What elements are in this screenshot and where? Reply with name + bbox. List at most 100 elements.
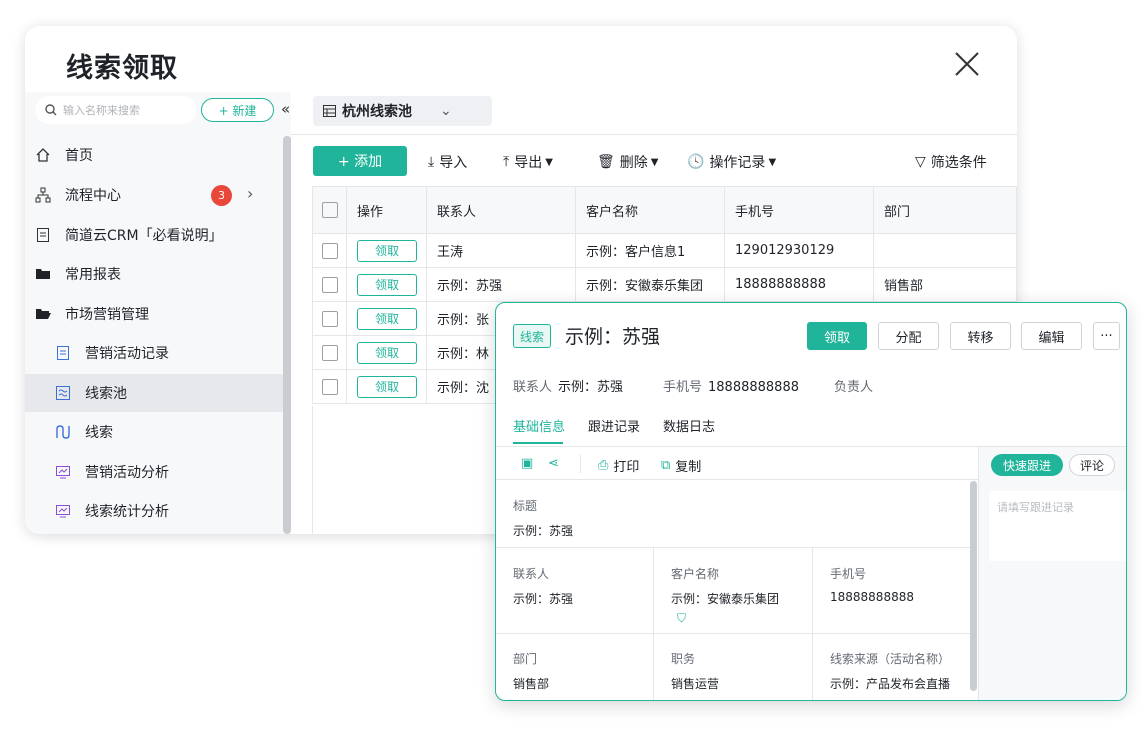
field-label: 联系人	[513, 567, 550, 581]
tab-follow-up[interactable]: 跟进记录	[588, 416, 640, 435]
trash-icon: 🗑	[597, 154, 615, 170]
copy-label: 复制	[675, 460, 702, 475]
print-button[interactable]: ⎙ 打印	[598, 456, 639, 475]
sidebar-item-lead-pool[interactable]: 线索池	[25, 374, 291, 412]
export-button[interactable]: ⤒ 导出 ▼	[503, 152, 553, 172]
detail-scrollbar[interactable]	[970, 481, 977, 691]
field-label: 手机号	[830, 567, 867, 581]
row-checkbox[interactable]	[322, 310, 338, 327]
row-checkbox[interactable]	[322, 378, 338, 395]
filter-button[interactable]: ▽ 筛选条件	[915, 152, 987, 172]
flow-icon	[35, 187, 51, 203]
customer-cell: 示例：客户信息1	[575, 233, 725, 268]
sidebar-item-crm-guide[interactable]: 简道云CRM「必看说明」	[25, 216, 291, 254]
tab-basic-info[interactable]: 基础信息	[513, 416, 565, 435]
meta-value: 示例：苏强	[558, 380, 624, 395]
caret-down-icon: ▼	[545, 156, 553, 168]
follow-up-input[interactable]: 请填写跟进记录	[989, 491, 1126, 561]
dept-cell: 销售部	[873, 267, 1017, 302]
meta-phone: 手机号 18888888888	[663, 376, 799, 395]
column-header: 联系人	[426, 186, 576, 234]
transfer-button[interactable]: 转移	[950, 322, 1011, 350]
sidebar-item-campaign-analysis[interactable]: 营销活动分析	[25, 453, 291, 491]
field-label: 标题	[513, 499, 538, 513]
claim-button[interactable]: 领取	[357, 375, 417, 398]
edit-button[interactable]: 编辑	[1021, 322, 1082, 350]
copy-icon: ⧉	[661, 458, 671, 473]
copy-button[interactable]: ⧉ 复制	[661, 456, 701, 475]
new-button[interactable]: + 新建	[201, 98, 274, 122]
meta-label: 联系人	[513, 380, 553, 395]
meta-label: 手机号	[663, 380, 703, 395]
sidebar-item-lead-statistics[interactable]: 线索统计分析	[25, 492, 291, 530]
history-button[interactable]: 🕓 操作记录 ▼	[687, 152, 776, 172]
quick-follow-button[interactable]: 快速跟进	[991, 454, 1063, 476]
field-lead-source: 线索来源（活动名称） 示例：产品发布会直播	[830, 650, 950, 692]
row-checkbox[interactable]	[322, 242, 338, 259]
more-options-button[interactable]: ···	[1093, 322, 1120, 350]
lead-pool-selector[interactable]: 杭州线索池 ⌄	[313, 96, 492, 126]
meta-value: 18888888888	[708, 380, 799, 395]
sidebar-item-label: 线索统计分析	[85, 504, 169, 520]
printer-icon: ⎙	[598, 458, 609, 473]
claim-button[interactable]: 领取	[807, 322, 867, 350]
table-row: 领取 示例：苏强 示例：安徽泰乐集团 18888888888 销售部	[312, 267, 1017, 302]
form-icon	[55, 345, 71, 361]
lead-icon	[55, 424, 71, 440]
field-value: 示例：安徽泰乐集团	[671, 592, 780, 606]
field-value: 18888888888	[830, 590, 914, 604]
contact-cell: 王涛	[426, 233, 576, 268]
sidebar-item-flow-center[interactable]: 流程中心 3 ›	[25, 176, 291, 214]
contact-cell: 示例：苏强	[426, 267, 576, 302]
search-placeholder: 输入名称来搜索	[63, 104, 140, 117]
select-all-checkbox[interactable]	[322, 202, 338, 218]
field-phone: 手机号 18888888888	[830, 565, 914, 604]
chevron-down-icon: ⌄	[440, 103, 452, 119]
claim-button[interactable]: 领取	[357, 273, 417, 296]
export-label: 导出	[514, 155, 543, 171]
sidebar-item-home[interactable]: 首页	[25, 136, 291, 174]
delete-label: 删除	[619, 155, 648, 171]
row-checkbox[interactable]	[322, 344, 338, 361]
claim-button[interactable]: 领取	[357, 307, 417, 330]
tab-data-log[interactable]: 数据日志	[663, 416, 715, 435]
row-checkbox[interactable]	[322, 276, 338, 293]
row-select-cell	[312, 335, 347, 370]
add-button[interactable]: + 添加	[313, 146, 407, 176]
lead-detail-panel: 线索 示例：苏强 领取 分配 转移 编辑 ··· 联系人 示例：苏强 手机号 188…	[495, 302, 1127, 701]
sidebar-item-reports[interactable]: 常用报表	[25, 255, 291, 293]
sidebar-item-label: 营销活动记录	[85, 346, 169, 362]
sidebar-item-marketing[interactable]: 市场营销管理	[25, 295, 291, 333]
sidebar-item-label: 简道云CRM「必看说明」	[65, 228, 223, 244]
sidebar-scrollbar[interactable]	[283, 136, 291, 534]
claim-button[interactable]: 领取	[357, 239, 417, 262]
delete-button[interactable]: 🗑 删除 ▼	[597, 152, 658, 172]
follow-up-column: 快速跟进 评论 请填写跟进记录	[978, 447, 1126, 700]
sidebar-item-label: 线索	[85, 425, 113, 441]
claim-button[interactable]: 领取	[357, 341, 417, 364]
import-button[interactable]: ⤓ 导入	[428, 152, 467, 172]
assign-button[interactable]: 分配	[878, 322, 939, 350]
column-header: 操作	[346, 186, 427, 234]
field-dept: 部门 销售部	[513, 650, 549, 692]
sidebar-item-campaign-records[interactable]: 营销活动记录	[25, 334, 291, 372]
share-card-icon[interactable]: ▣	[521, 456, 533, 471]
phone-cell: 18888888888	[724, 267, 874, 302]
chevron-right-icon: ›	[247, 184, 254, 203]
search-icon	[45, 104, 57, 116]
sidebar-item-leads[interactable]: 线索	[25, 413, 291, 451]
count-badge: 3	[211, 185, 232, 206]
comment-button[interactable]: 评论	[1069, 454, 1115, 476]
select-all-cell	[312, 186, 347, 234]
field-contact: 联系人 示例：苏强	[513, 565, 573, 607]
chart-icon	[55, 503, 71, 519]
collapse-sidebar-icon[interactable]: «	[281, 100, 290, 118]
divider	[291, 134, 1017, 135]
sidebar-item-label: 首页	[65, 148, 93, 164]
row-select-cell	[312, 369, 347, 404]
search-input[interactable]: 输入名称来搜索	[35, 96, 196, 124]
table-row: 领取 王涛 示例：客户信息1 129012930129	[312, 233, 1017, 268]
close-icon[interactable]	[953, 50, 981, 78]
field-value: 销售部	[513, 677, 550, 691]
share-icon[interactable]: ⋖	[548, 456, 559, 471]
